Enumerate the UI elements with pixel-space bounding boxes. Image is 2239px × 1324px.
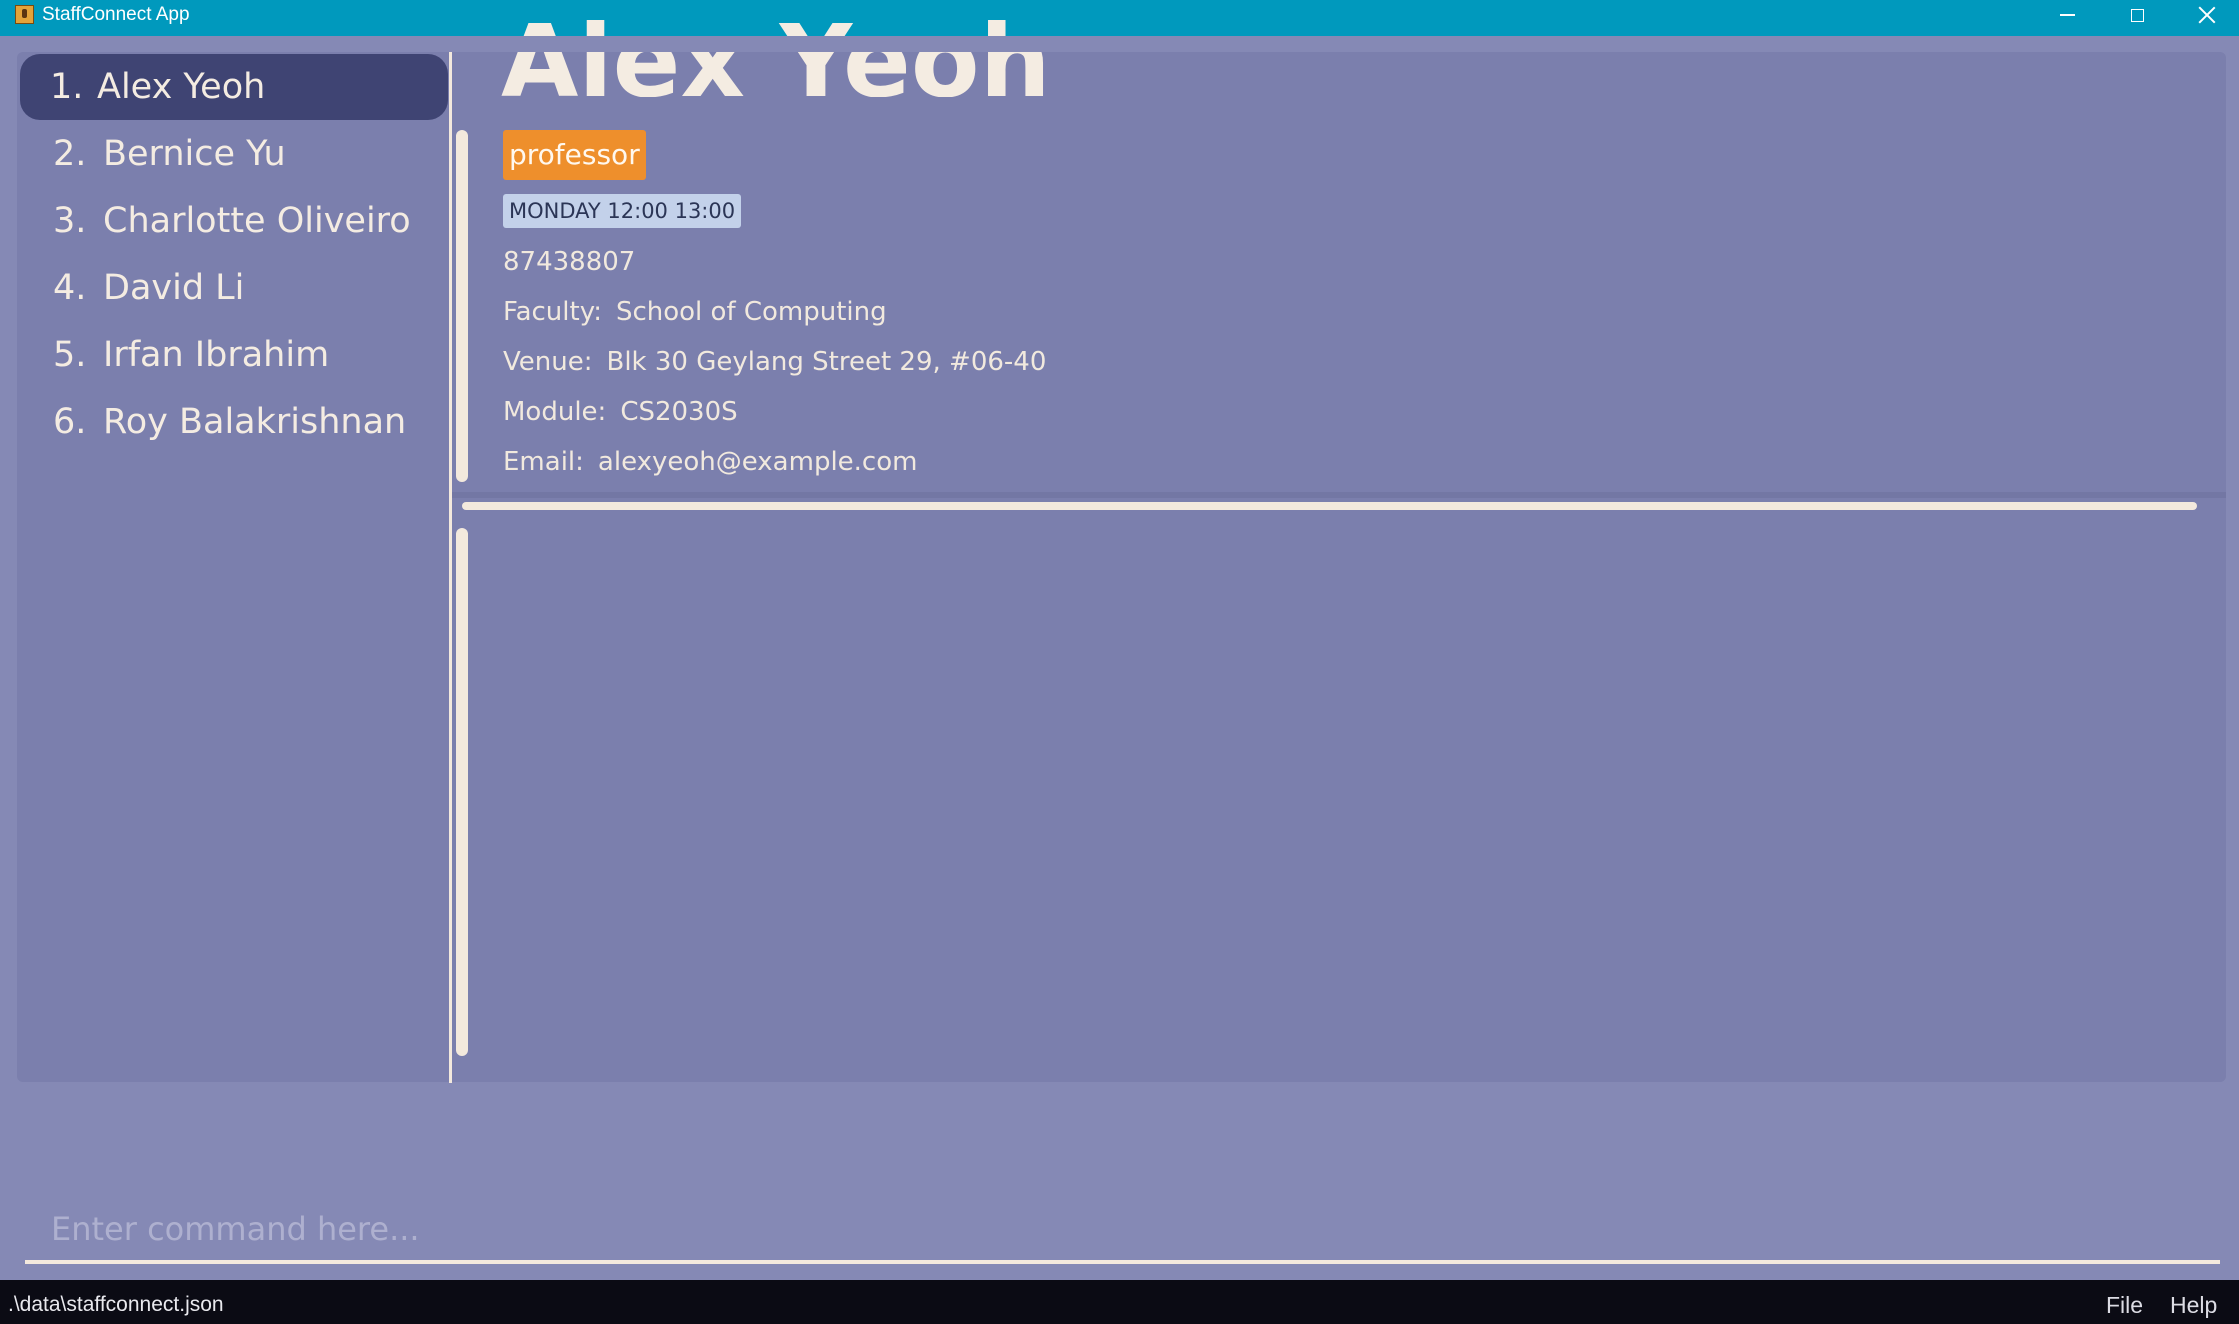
detail-bottom-border <box>452 492 2226 498</box>
list-index: 6. <box>53 402 87 442</box>
command-input[interactable] <box>25 1194 2220 1264</box>
app-icon <box>15 5 34 24</box>
menu-file[interactable]: File <box>2106 1291 2143 1319</box>
availability-badge: MONDAY 12:00 13:00 <box>503 194 742 228</box>
menu-help[interactable]: Help <box>2170 1291 2217 1319</box>
person-list-item[interactable]: 5. Irfan Ibrahim <box>20 322 448 388</box>
result-display-scrollbar[interactable] <box>456 528 468 1056</box>
person-list-item[interactable]: 3. Charlotte Oliveiro <box>20 188 448 254</box>
list-index: 2. <box>53 134 87 174</box>
person-name: Charlotte Oliveiro <box>103 201 411 241</box>
list-index: 3. <box>53 201 87 241</box>
save-location-path: .\data\staffconnect.json <box>8 1293 224 1316</box>
email-field: Email: alexyeoh@example.com <box>503 445 917 479</box>
minimize-button[interactable] <box>2032 0 2102 30</box>
close-icon <box>2198 6 2216 24</box>
person-name: Roy Balakrishnan <box>103 402 407 442</box>
status-bar: .\data\staffconnect.json File Help <box>0 1280 2239 1324</box>
list-index: 1. <box>50 67 84 107</box>
tag-badge: professor <box>503 130 646 180</box>
person-name: Irfan Ibrahim <box>103 335 330 375</box>
module-value: CS2030S <box>620 397 738 427</box>
maximize-button[interactable] <box>2102 0 2172 30</box>
command-input-underline <box>25 1260 2220 1264</box>
window-title: StaffConnect App <box>42 4 190 25</box>
phone-field: 87438807 <box>503 245 635 279</box>
detail-horizontal-scrollbar[interactable] <box>462 502 2197 510</box>
email-value: alexyeoh@example.com <box>597 447 918 477</box>
close-button[interactable] <box>2172 0 2239 30</box>
person-list-item[interactable]: 4. David Li <box>20 255 448 321</box>
module-label: Module: <box>503 397 607 427</box>
person-list: 1. Alex Yeoh 2. Bernice Yu 3. Charlotte … <box>17 52 449 1082</box>
phone-value: 87438807 <box>503 247 636 277</box>
person-name: Alex Yeoh <box>97 67 266 107</box>
module-field: Module: CS2030S <box>503 395 738 429</box>
person-list-item[interactable]: 2. Bernice Yu <box>20 121 448 187</box>
list-index: 5. <box>53 335 87 375</box>
split-pane-divider[interactable] <box>449 52 452 1083</box>
minimize-icon <box>2059 14 2075 16</box>
faculty-field: Faculty: School of Computing <box>503 295 887 329</box>
person-name: Bernice Yu <box>103 134 286 174</box>
detail-name-heading: Alex Yeoh <box>501 7 1051 97</box>
detail-scrollbar[interactable] <box>456 130 468 482</box>
faculty-value: School of Computing <box>615 297 887 327</box>
person-list-item[interactable]: 6. Roy Balakrishnan <box>20 389 448 455</box>
venue-label: Venue: <box>503 347 593 377</box>
title-bar: StaffConnect App <box>0 0 2239 36</box>
person-name: David Li <box>103 268 245 308</box>
venue-field: Venue: Blk 30 Geylang Street 29, #06-40 <box>503 345 1046 379</box>
detail-top-clip <box>452 36 2226 52</box>
email-label: Email: <box>503 447 584 477</box>
maximize-icon <box>2130 8 2144 22</box>
venue-value: Blk 30 Geylang Street 29, #06-40 <box>606 347 1047 377</box>
list-index: 4. <box>53 268 87 308</box>
faculty-label: Faculty: <box>503 297 602 327</box>
person-list-item[interactable]: 1. Alex Yeoh <box>20 54 448 120</box>
